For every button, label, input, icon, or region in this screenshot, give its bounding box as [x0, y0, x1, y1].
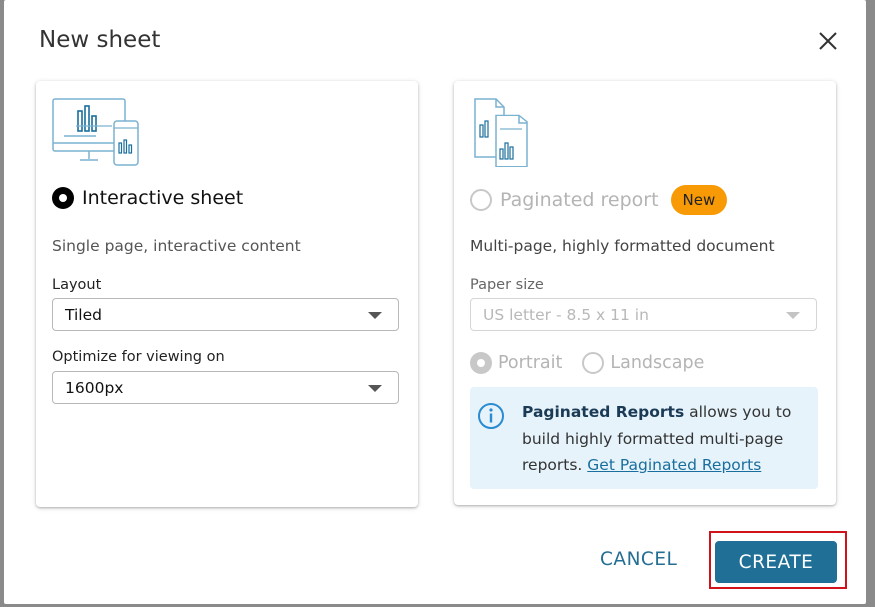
paginated-report-radio[interactable]: Paginated report New	[470, 185, 728, 215]
create-button[interactable]: CREATE	[715, 541, 837, 583]
layout-value: Tiled	[65, 306, 102, 324]
paginated-info-box: Paginated Reports allows you to build hi…	[470, 387, 818, 489]
info-bold: Paginated Reports	[522, 403, 685, 421]
new-badge: New	[670, 185, 728, 215]
cancel-button[interactable]: CANCEL	[600, 549, 677, 570]
layout-label: Layout	[52, 277, 102, 293]
dashboard-device-icon	[52, 97, 142, 171]
paginated-report-icon	[470, 97, 532, 171]
close-icon[interactable]	[816, 29, 840, 53]
paper-size-value: US letter - 8.5 x 11 in	[483, 306, 649, 324]
optimize-label: Optimize for viewing on	[52, 349, 225, 365]
chevron-down-icon	[368, 312, 382, 319]
interactive-sheet-label: Interactive sheet	[82, 187, 244, 209]
get-paginated-reports-link[interactable]: Get Paginated Reports	[587, 456, 761, 474]
portrait-radio[interactable]	[470, 352, 492, 374]
optimize-value: 1600px	[65, 379, 124, 397]
radio-selected-icon[interactable]	[52, 187, 74, 209]
interactive-sheet-radio[interactable]: Interactive sheet	[52, 187, 243, 209]
paper-size-select[interactable]: US letter - 8.5 x 11 in	[470, 298, 817, 331]
chevron-down-icon	[786, 312, 800, 319]
info-text: Paginated Reports allows you to build hi…	[522, 399, 812, 479]
interactive-description: Single page, interactive content	[52, 237, 301, 255]
radio-unselected-icon[interactable]	[470, 189, 492, 211]
info-icon	[476, 401, 506, 435]
landscape-label: Landscape	[610, 353, 705, 373]
orientation-group: Portrait Landscape	[470, 352, 704, 374]
layout-select[interactable]: Tiled	[52, 298, 399, 331]
paginated-description: Multi-page, highly formatted document	[470, 237, 775, 255]
paginated-report-label: Paginated report	[500, 189, 659, 211]
optimize-select[interactable]: 1600px	[52, 371, 399, 404]
interactive-sheet-card[interactable]: Interactive sheet Single page, interacti…	[36, 81, 418, 507]
dialog-title: New sheet	[39, 27, 161, 53]
paginated-report-card[interactable]: Paginated report New Multi-page, highly …	[454, 81, 836, 505]
paper-size-label: Paper size	[470, 277, 544, 293]
chevron-down-icon	[368, 385, 382, 392]
landscape-radio[interactable]	[582, 352, 605, 374]
portrait-label: Portrait	[498, 353, 563, 373]
